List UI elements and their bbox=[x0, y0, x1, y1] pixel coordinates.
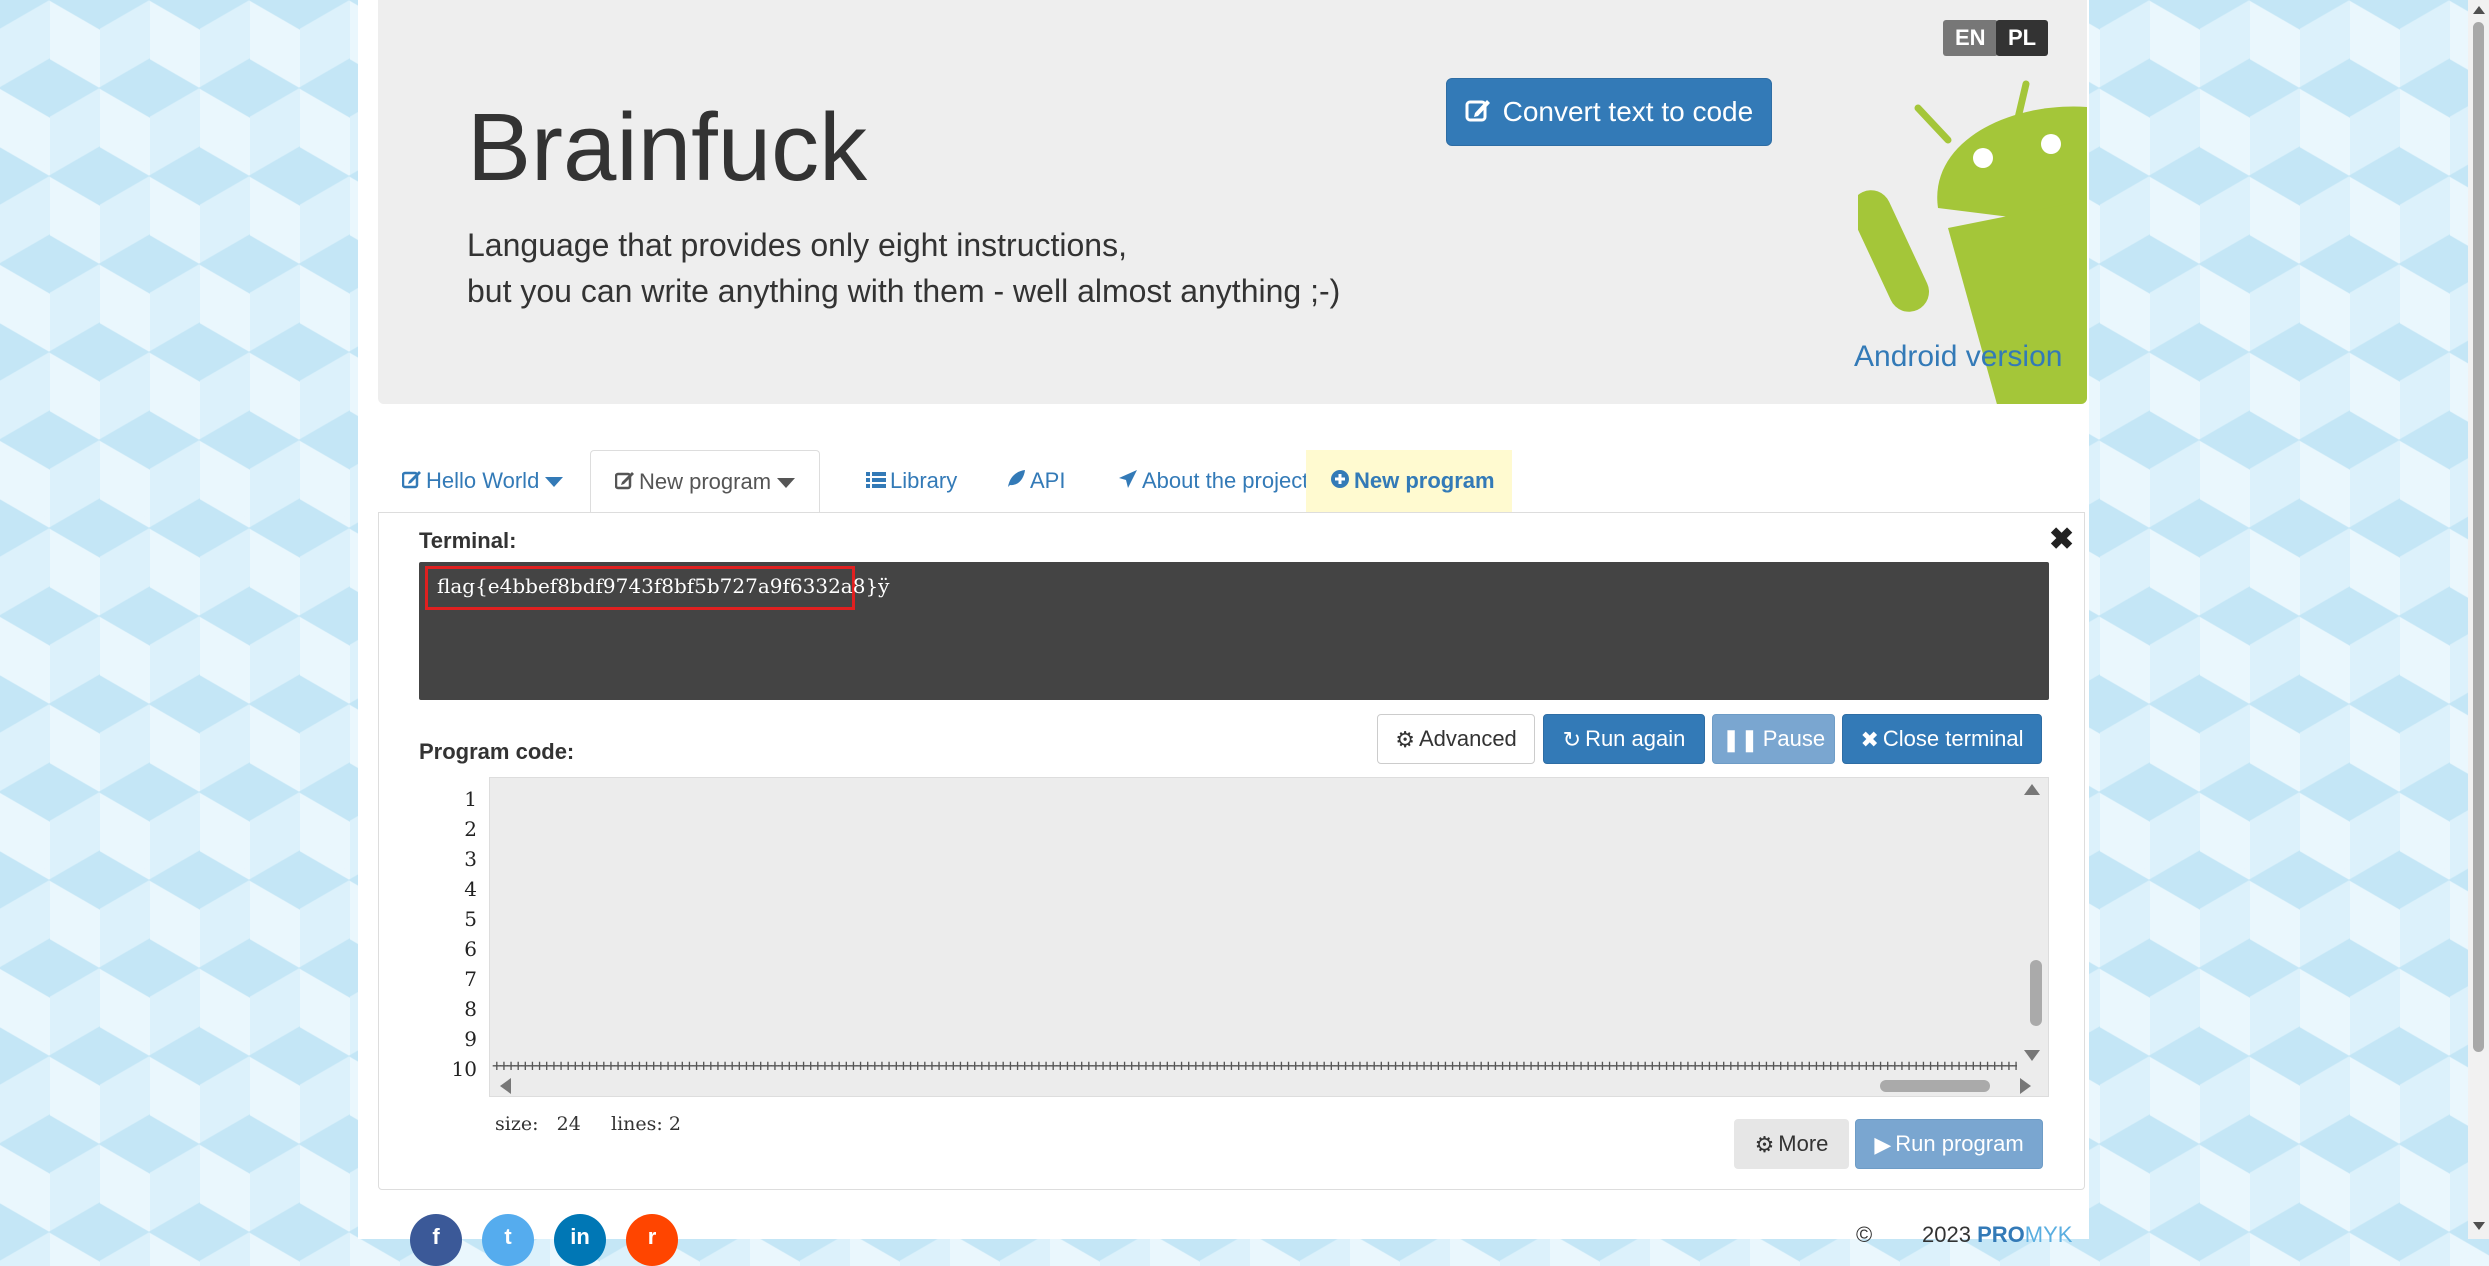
edit-icon bbox=[614, 452, 635, 514]
leaf-icon bbox=[1006, 451, 1026, 513]
convert-text-to-code-button[interactable]: Convert text to code bbox=[1446, 78, 1772, 146]
run-program-label: Run program bbox=[1895, 1131, 2024, 1156]
line-number: 8 bbox=[464, 997, 477, 1021]
scroll-down-arrow-icon[interactable] bbox=[2473, 1222, 2485, 1230]
more-button[interactable]: ⚙ More bbox=[1734, 1119, 1849, 1169]
copyright-symbol: © bbox=[1856, 1222, 1873, 1247]
horizontal-scrollbar-thumb[interactable] bbox=[1880, 1080, 1990, 1092]
advanced-label: Advanced bbox=[1418, 726, 1517, 751]
run-again-button[interactable]: ↻ Run again bbox=[1543, 714, 1705, 764]
line-number: 10 bbox=[451, 1057, 477, 1081]
chevron-down-icon bbox=[777, 478, 796, 489]
pause-label: Pause bbox=[1762, 726, 1826, 751]
terminal-label: Terminal: bbox=[419, 528, 517, 553]
run-again-label: Run again bbox=[1585, 726, 1686, 751]
vertical-scrollbar-thumb[interactable] bbox=[2030, 960, 2042, 1026]
run-program-button[interactable]: ▶ Run program bbox=[1855, 1119, 2043, 1169]
facebook-icon[interactable]: f bbox=[410, 1214, 462, 1266]
copyright-year: 2023 bbox=[1922, 1222, 1971, 1247]
edit-icon bbox=[1465, 81, 1491, 147]
code-textarea[interactable]: ++++++++++++++++++++++++++++++++++++++++… bbox=[489, 777, 2049, 1097]
play-icon: ▶ bbox=[1874, 1132, 1892, 1158]
close-terminal-button[interactable]: ✖ Close terminal bbox=[1842, 714, 2042, 764]
tab-new-program-add[interactable]: New program bbox=[1306, 450, 1512, 512]
plus-circle-icon bbox=[1330, 451, 1350, 513]
line-number: 2 bbox=[464, 817, 477, 841]
edit-icon bbox=[401, 451, 422, 513]
close-icon[interactable]: ✖ bbox=[2049, 525, 2074, 555]
close-terminal-label: Close terminal bbox=[1882, 726, 2024, 751]
scroll-up-arrow-icon[interactable] bbox=[2473, 6, 2485, 14]
more-label: More bbox=[1778, 1131, 1829, 1156]
subtitle-line-2: but you can write anything with them - w… bbox=[467, 273, 1341, 309]
chevron-down-icon bbox=[545, 477, 564, 488]
page-subtitle: Language that provides only eight instru… bbox=[467, 222, 1340, 314]
size-label: size: bbox=[495, 1113, 539, 1135]
tab-hello-world[interactable]: Hello World bbox=[378, 450, 587, 512]
lines-value: 2 bbox=[668, 1113, 681, 1135]
code-editor[interactable]: 1 2 3 4 5 6 7 8 9 10 +++++++++++++++++++… bbox=[419, 777, 2049, 1097]
code-line: ++++++++++++++++++++++++++++++++++++++++… bbox=[492, 1056, 2017, 1075]
page-scrollbar-thumb[interactable] bbox=[2473, 22, 2484, 1052]
size-value: 24 bbox=[556, 1113, 581, 1135]
gear-icon: ⚙ bbox=[1395, 727, 1415, 753]
program-code-label: Program code: bbox=[419, 739, 575, 764]
tab-new-program-active[interactable]: New program bbox=[590, 450, 821, 514]
brand-myk[interactable]: MYK bbox=[2025, 1222, 2073, 1247]
line-number: 3 bbox=[464, 847, 477, 871]
twitter-icon[interactable]: t bbox=[482, 1214, 534, 1266]
tab-library[interactable]: Library bbox=[842, 450, 981, 512]
pause-button[interactable]: ❚❚ Pause bbox=[1712, 714, 1835, 764]
close-icon: ✖ bbox=[1860, 727, 1879, 753]
linkedin-icon[interactable]: in bbox=[554, 1214, 606, 1266]
gear-icon: ⚙ bbox=[1754, 1132, 1775, 1158]
page-scrollbar[interactable] bbox=[2468, 0, 2489, 1239]
tab-label: About the project bbox=[1142, 468, 1309, 493]
list-icon bbox=[866, 451, 886, 513]
terminal-output: flag{e4bbef8bdf9743f8bf5b727a9f6332a8}ÿ bbox=[419, 562, 2049, 700]
scroll-left-arrow-icon[interactable] bbox=[500, 1078, 511, 1094]
advanced-button[interactable]: ⚙ Advanced bbox=[1377, 714, 1535, 764]
paper-plane-icon bbox=[1118, 451, 1138, 513]
scroll-down-arrow-icon[interactable] bbox=[2024, 1050, 2040, 1061]
convert-label: Convert text to code bbox=[1502, 96, 1754, 127]
line-number: 9 bbox=[464, 1027, 477, 1051]
line-number-gutter: 1 2 3 4 5 6 7 8 9 10 bbox=[419, 777, 487, 1097]
language-pl-button[interactable]: PL bbox=[1996, 20, 2049, 56]
header-jumbotron: EN PL Brainfuck Language that provides o… bbox=[378, 0, 2087, 404]
tab-label: New program bbox=[639, 469, 772, 494]
code-stats: size: 24 lines: 2 bbox=[495, 1113, 681, 1135]
tab-about-the-project[interactable]: About the project bbox=[1094, 450, 1332, 512]
line-number: 6 bbox=[464, 937, 477, 961]
tab-label: Library bbox=[890, 468, 958, 493]
terminal-output-text: flag{e4bbef8bdf9743f8bf5b727a9f6332a8}ÿ bbox=[437, 574, 890, 598]
language-en-button[interactable]: EN bbox=[1943, 20, 1998, 56]
tab-api[interactable]: API bbox=[982, 450, 1089, 512]
tab-label: API bbox=[1030, 468, 1066, 493]
footer-brand: 2023 PROMYK bbox=[1922, 1222, 2072, 1248]
android-version-link[interactable]: Android version bbox=[1854, 340, 2062, 374]
line-number: 5 bbox=[464, 907, 477, 931]
scroll-up-arrow-icon[interactable] bbox=[2024, 784, 2040, 795]
line-number: 7 bbox=[464, 967, 477, 991]
line-number: 1 bbox=[464, 787, 477, 811]
refresh-icon: ↻ bbox=[1562, 727, 1582, 753]
pause-icon: ❚❚ bbox=[1721, 727, 1759, 753]
lines-label: lines: bbox=[611, 1113, 663, 1135]
scroll-right-arrow-icon[interactable] bbox=[2020, 1078, 2031, 1094]
line-number: 4 bbox=[464, 877, 477, 901]
tab-label: New program bbox=[1354, 468, 1495, 493]
tab-label: Hello World bbox=[426, 468, 540, 493]
program-panel: Terminal: ✖ flag{e4bbef8bdf9743f8bf5b727… bbox=[378, 512, 2085, 1190]
brand-pro[interactable]: PRO bbox=[1977, 1222, 2025, 1247]
subtitle-line-1: Language that provides only eight instru… bbox=[467, 227, 1127, 263]
page-title: Brainfuck bbox=[467, 94, 868, 201]
tab-bar: Hello World New program Library API Abou… bbox=[378, 450, 2087, 513]
reddit-icon[interactable]: r bbox=[626, 1214, 678, 1266]
